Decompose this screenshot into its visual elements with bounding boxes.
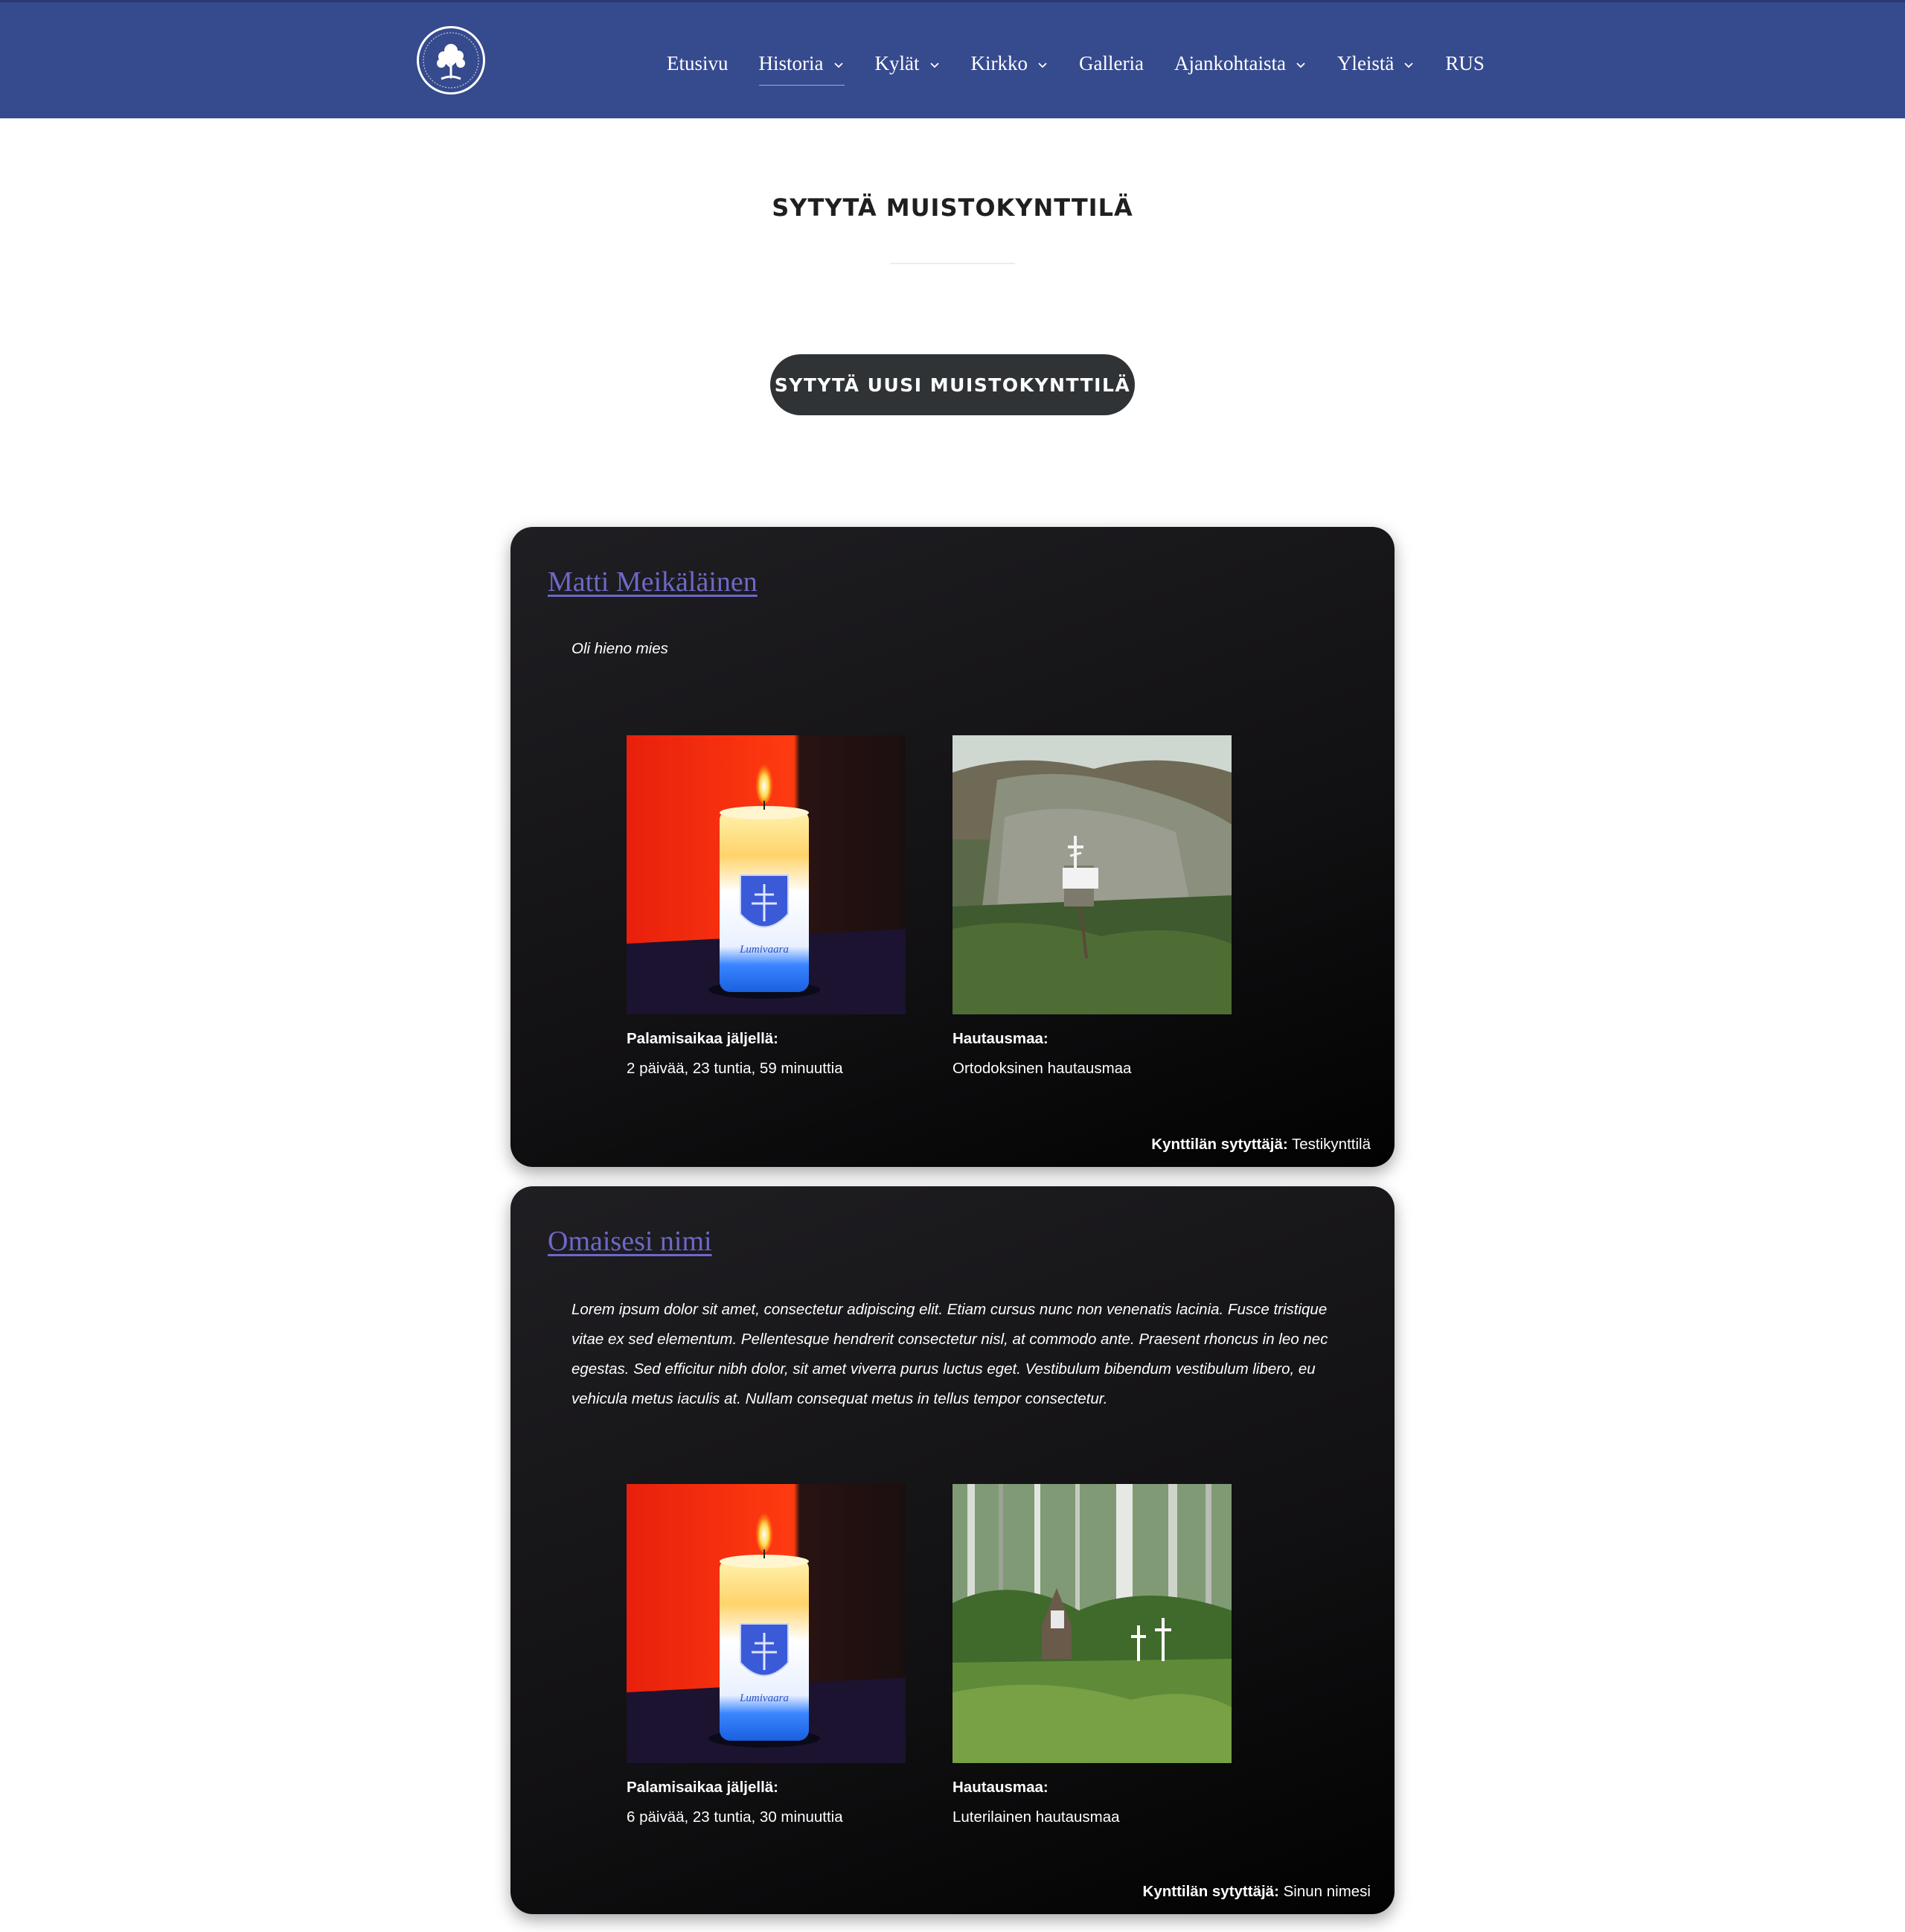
cemetery-photo [952, 735, 1232, 1014]
main-nav: Etusivu Historia Kylät Kirkko Galleria A… [667, 47, 1515, 86]
nav-label: Galleria [1079, 51, 1144, 74]
nav-item-kirkko[interactable]: Kirkko [971, 47, 1049, 80]
page-title: SYTYTÄ MUISTOKYNTTILÄ [772, 193, 1133, 222]
candle-card: Omaisesi nimi Lorem ipsum dolor sit amet… [510, 1186, 1395, 1914]
nav-item-kylat[interactable]: Kylät [875, 47, 941, 80]
cemetery-label: Hautausmaa: [952, 1779, 1048, 1796]
light-new-candle-button[interactable]: SYTYTÄ UUSI MUISTOKYNTTILÄ [770, 354, 1135, 415]
candle-photo: Lumivaara [627, 1484, 906, 1763]
lighter-label: Kynttilän sytyttäjä: [1142, 1883, 1279, 1900]
nav-label: Yleistä [1336, 51, 1395, 74]
cemetery-value: Luterilainen hautausmaa [952, 1808, 1120, 1826]
candle-lighter: Kynttilän sytyttäjä: Testikynttilä [1151, 1136, 1371, 1154]
deceased-name-link[interactable]: Omaisesi nimi [548, 1225, 712, 1258]
lighter-value: Testikynttilä [1292, 1136, 1371, 1153]
chevron-down-icon [1295, 53, 1307, 68]
cemetery-value: Ortodoksinen hautausmaa [952, 1060, 1132, 1077]
burn-time-value: 6 päivää, 23 tuntia, 30 minuuttia [627, 1808, 843, 1826]
candle-photo: Lumivaara [627, 735, 906, 1014]
nav-item-historia[interactable]: Historia [758, 47, 845, 86]
title-divider [890, 263, 1015, 264]
nav-item-galleria[interactable]: Galleria [1079, 47, 1144, 80]
cemetery-label: Hautausmaa: [952, 1030, 1048, 1047]
site-header: Etusivu Historia Kylät Kirkko Galleria A… [0, 0, 1905, 118]
cemetery-photo [952, 1484, 1232, 1763]
nav-label: Kirkko [970, 51, 1028, 74]
nav-item-ajankohtaista[interactable]: Ajankohtaista [1174, 47, 1307, 80]
candle-text: Lumivaara [739, 1692, 789, 1704]
candle-card: Matti Meikäläinen Oli hieno mies Lumivaa… [510, 527, 1395, 1167]
burn-time-value: 2 päivää, 23 tuntia, 59 minuuttia [627, 1060, 843, 1077]
chevron-down-icon [1037, 53, 1048, 68]
tree-emblem-icon [423, 32, 479, 89]
logo[interactable] [417, 26, 485, 95]
nav-item-etusivu[interactable]: Etusivu [667, 47, 729, 80]
chevron-down-icon [1403, 53, 1415, 68]
nav-label: Etusivu [667, 51, 729, 74]
candle-text: Lumivaara [739, 944, 789, 956]
burn-time-label: Palamisaikaa jäljellä: [627, 1779, 778, 1796]
candle-message: Oli hieno mies [572, 640, 668, 657]
chevron-down-icon [929, 53, 941, 68]
nav-label: Ajankohtaista [1174, 51, 1286, 74]
candle-lighter: Kynttilän sytyttäjä: Sinun nimesi [1143, 1883, 1371, 1901]
deceased-name-link[interactable]: Matti Meikäläinen [548, 566, 758, 598]
lighter-value: Sinun nimesi [1283, 1883, 1371, 1900]
chevron-down-icon [833, 53, 845, 68]
burn-time-label: Palamisaikaa jäljellä: [627, 1030, 778, 1047]
nav-label: RUS [1445, 51, 1485, 74]
lighter-label: Kynttilän sytyttäjä: [1151, 1136, 1288, 1153]
nav-label: Historia [758, 51, 824, 74]
nav-item-rus[interactable]: RUS [1445, 47, 1485, 80]
candle-message: Lorem ipsum dolor sit amet, consectetur … [572, 1301, 1328, 1407]
nav-item-yleista[interactable]: Yleistä [1337, 47, 1415, 80]
nav-label: Kylät [874, 51, 920, 74]
